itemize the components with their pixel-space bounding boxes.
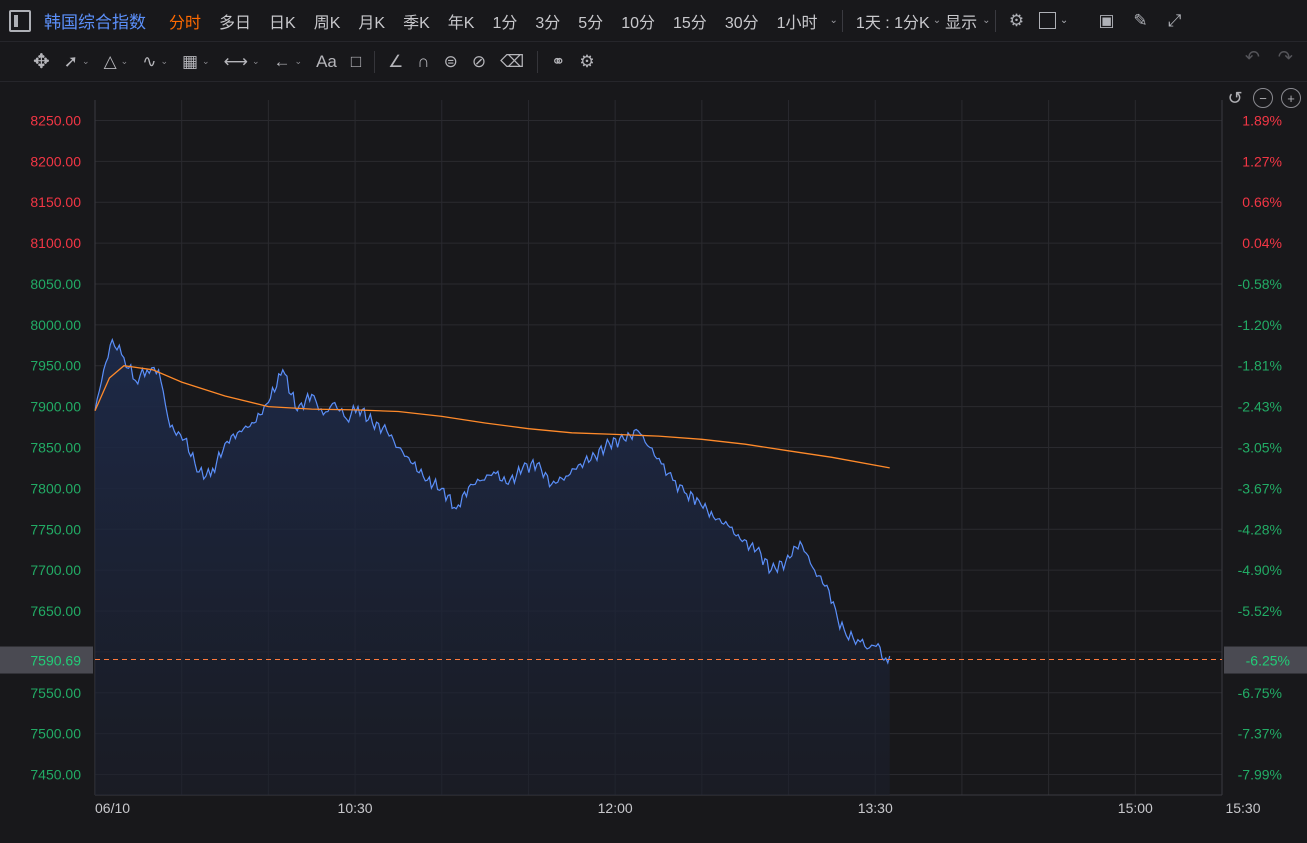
- y-tick-label: 7650.00: [30, 603, 81, 619]
- delete-icon[interactable]: ⌫: [493, 47, 531, 77]
- y-tick-label: 8050.00: [30, 276, 81, 292]
- divider: [994, 9, 996, 32]
- y-tick-label: 7950.00: [30, 358, 81, 374]
- timeframe-tab[interactable]: 周K: [305, 9, 350, 33]
- timeframe-tab[interactable]: 3分: [526, 9, 569, 33]
- x-tick-label: 12:00: [598, 800, 633, 816]
- settings-icon[interactable]: ⚙: [1000, 6, 1034, 36]
- drawing-toolbar: ✥ ➚ ⌄ △ ⌄ ∿ ⌄ ▦ ⌄ ⟷ ⌄ ← ⌄ Aa □ ∠ ∩ ⊜ ⊘ ⌫ ⚭ ⚙ ↶…: [0, 42, 1307, 82]
- camera-icon[interactable]: ▣: [1090, 6, 1124, 36]
- x-tick-label: 13:30: [858, 800, 893, 816]
- divider: [841, 9, 843, 32]
- x-tick-label: 15:00: [1118, 800, 1153, 816]
- top-bar: 韩国综合指数 分时 多日 日K 周K 月K 季K 年K 1分 3分 5分 10分 15分 30分 1小时 …: [0, 0, 1307, 42]
- timeframe-tab[interactable]: 分时: [160, 9, 210, 33]
- arrow-tool-icon[interactable]: ← ⌄: [267, 47, 310, 77]
- pct-tick-label: 0.04%: [1242, 235, 1282, 251]
- y-tick-label: 7800.00: [30, 480, 81, 496]
- period-select[interactable]: 1天 : 1分K: [847, 9, 939, 33]
- fib-tool-icon[interactable]: ▦ ⌄: [175, 47, 217, 77]
- timeframe-tab[interactable]: 季K: [394, 9, 439, 33]
- timeframe-tabs: 分时 多日 日K 周K 月K 季K 年K 1分 3分 5分 10分 15分 30分 1小时: [160, 9, 827, 33]
- timeframe-tab[interactable]: 年K: [439, 9, 484, 33]
- y-tick-label: 7500.00: [30, 726, 81, 742]
- price-chart[interactable]: 8250.00 1.89% 8200.00 1.27% 8150.00 0.66% 8100…: [0, 82, 1307, 843]
- polygon-tool-icon[interactable]: △ ⌄: [97, 47, 136, 77]
- range-tool-icon[interactable]: ⟷ ⌄: [217, 47, 267, 77]
- chevron-down-icon[interactable]: ⌄: [982, 15, 990, 26]
- pct-tick-label: -7.37%: [1238, 726, 1282, 742]
- y-tick-label: 8000.00: [30, 317, 81, 333]
- display-menu[interactable]: 显示: [941, 9, 986, 33]
- pct-tick-label: -1.81%: [1238, 358, 1282, 374]
- y-tick-label: 8250.00: [30, 112, 81, 128]
- x-tick-label: 15:30: [1225, 800, 1260, 816]
- pct-tick-label: -3.67%: [1238, 480, 1282, 496]
- divider: [374, 50, 376, 73]
- pct-tick-label: -6.75%: [1238, 685, 1282, 701]
- y-tick-label: 7750.00: [30, 521, 81, 537]
- y-tick-label: 7550.00: [30, 685, 81, 701]
- y-tick-label: 7900.00: [30, 399, 81, 415]
- gear-icon[interactable]: ⚙: [572, 47, 601, 77]
- timeframe-tab[interactable]: 1分: [483, 9, 526, 33]
- chevron-down-icon[interactable]: ⌄: [830, 15, 838, 26]
- pen-icon[interactable]: ∠: [381, 47, 410, 77]
- pct-tick-label: 1.89%: [1242, 112, 1282, 128]
- pct-tick-label: 0.66%: [1242, 194, 1282, 210]
- chevron-down-icon[interactable]: ⌄: [933, 15, 941, 26]
- brush-icon[interactable]: ✎: [1124, 6, 1158, 36]
- pct-tick-label: 1.27%: [1242, 153, 1282, 169]
- pct-tick-label: -3.05%: [1238, 440, 1282, 456]
- timeframe-tab[interactable]: 5分: [569, 9, 612, 33]
- pct-tick-label: -2.43%: [1238, 399, 1282, 415]
- hide-icon[interactable]: ⊘: [465, 47, 493, 77]
- text-tool-icon[interactable]: Aa: [309, 47, 344, 77]
- last-pct-label: -6.25%: [1246, 653, 1290, 669]
- move-icon[interactable]: ✥: [26, 47, 57, 77]
- timeframe-tab[interactable]: 日K: [260, 9, 305, 33]
- wave-tool-icon[interactable]: ∿ ⌄: [135, 47, 175, 77]
- y-tick-label: 7700.00: [30, 562, 81, 578]
- pct-tick-label: -1.20%: [1238, 317, 1282, 333]
- redo-icon[interactable]: ↷: [1278, 47, 1293, 68]
- y-tick-label: 7850.00: [30, 440, 81, 456]
- timeframe-tab[interactable]: 多日: [210, 9, 260, 33]
- timeframe-tab[interactable]: 月K: [349, 9, 394, 33]
- note-tool-icon[interactable]: □: [344, 47, 368, 77]
- pct-tick-label: -4.28%: [1238, 521, 1282, 537]
- timeframe-tab[interactable]: 1小时: [768, 9, 827, 33]
- y-tick-label: 7450.00: [30, 767, 81, 783]
- timeframe-tab[interactable]: 10分: [612, 9, 664, 33]
- divider: [537, 50, 539, 73]
- magnet-icon[interactable]: ∩: [410, 47, 436, 77]
- pct-tick-label: -5.52%: [1238, 603, 1282, 619]
- y-tick-label: 8200.00: [30, 153, 81, 169]
- history-controls: ↶ ↷: [1227, 47, 1293, 68]
- pct-tick-label: -7.99%: [1238, 767, 1282, 783]
- x-tick-label: 10:30: [338, 800, 373, 816]
- line-tool-icon[interactable]: ➚ ⌄: [57, 47, 97, 77]
- instrument-title[interactable]: 韩国综合指数: [44, 8, 146, 33]
- y-tick-label: 8100.00: [30, 235, 81, 251]
- timeframe-tab[interactable]: 30分: [716, 9, 768, 33]
- pct-tick-label: -0.58%: [1238, 276, 1282, 292]
- lock-icon[interactable]: ⊜: [437, 47, 465, 77]
- last-price-label: 7590.69: [30, 653, 81, 669]
- timeframe-tab[interactable]: 15分: [664, 9, 716, 33]
- compare-icon[interactable]: ⚭: [544, 47, 572, 77]
- sidebar-toggle-icon[interactable]: [9, 9, 31, 32]
- y-tick-label: 8150.00: [30, 194, 81, 210]
- layout-icon[interactable]: ⌄: [1034, 6, 1074, 36]
- x-tick-label: 06/10: [95, 800, 130, 816]
- undo-icon[interactable]: ↶: [1245, 47, 1260, 68]
- fullscreen-icon[interactable]: ⤢: [1158, 6, 1192, 36]
- pct-tick-label: -4.90%: [1238, 562, 1282, 578]
